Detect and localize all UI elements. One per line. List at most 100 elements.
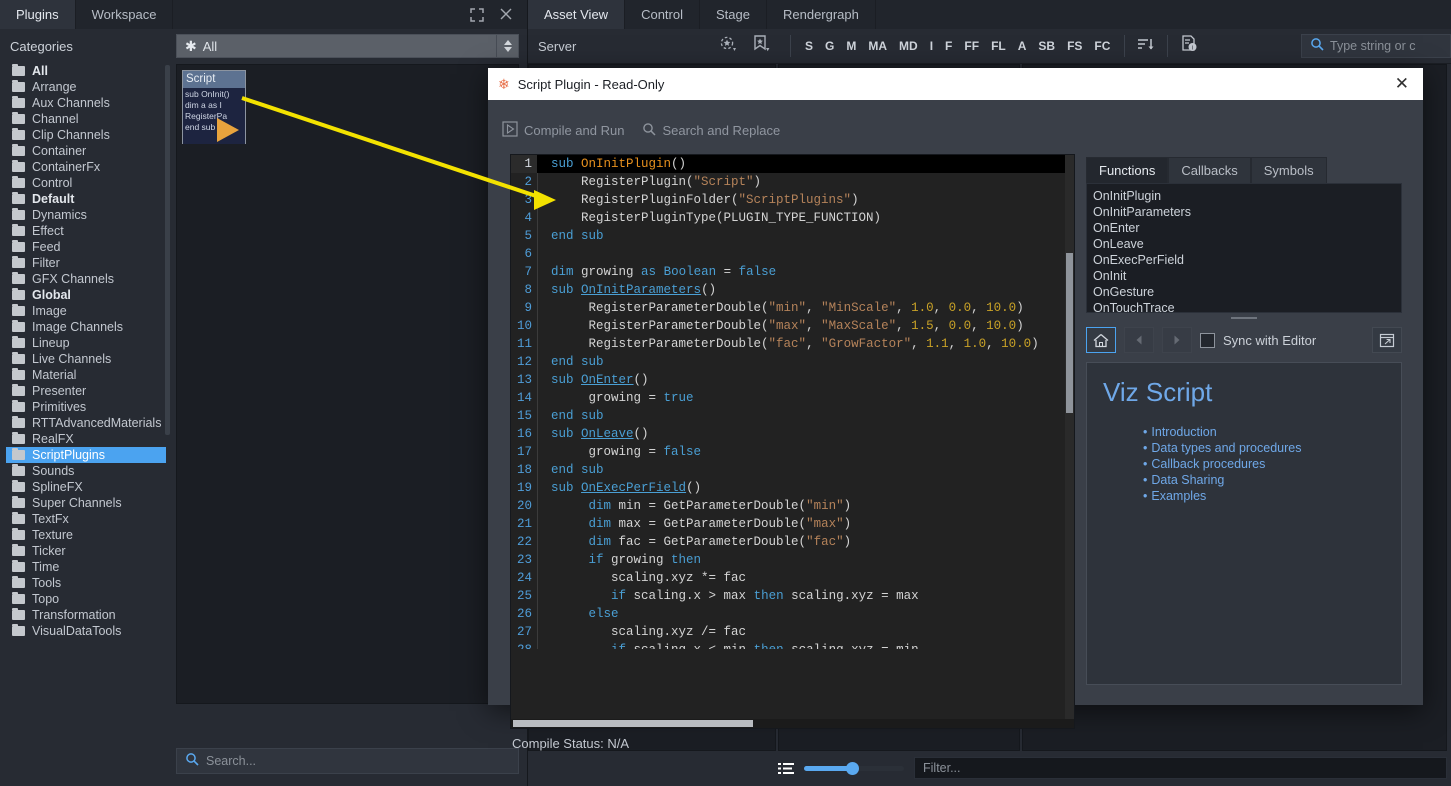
- code-line[interactable]: 25 if scaling.x > max then scaling.xyz =…: [511, 587, 1074, 605]
- tab-workspace[interactable]: Workspace: [76, 0, 174, 29]
- category-item-time[interactable]: Time: [6, 559, 166, 575]
- asset-filter-letter-fc[interactable]: FC: [1088, 39, 1116, 53]
- code-line[interactable]: 4 RegisterPluginType(PLUGIN_TYPE_FUNCTIO…: [511, 209, 1074, 227]
- code-editor[interactable]: 1 sub OnInitPlugin() 2 RegisterPlugin("Scr…: [510, 154, 1075, 729]
- code-line[interactable]: 22 dim fac = GetParameterDouble("fac"): [511, 533, 1074, 551]
- doc-link[interactable]: • Callback procedures: [1103, 456, 1385, 472]
- panel-splitter[interactable]: [1086, 313, 1402, 323]
- asset-filter-letter-g[interactable]: G: [819, 39, 840, 53]
- compile-and-run-button[interactable]: Compile and Run: [502, 120, 624, 140]
- category-item-lineup[interactable]: Lineup: [6, 335, 166, 351]
- code-line[interactable]: 10 RegisterParameterDouble("max", "MaxSc…: [511, 317, 1074, 335]
- category-item-ticker[interactable]: Ticker: [6, 543, 166, 559]
- sort-descending-icon[interactable]: [1133, 36, 1159, 57]
- category-item-primitives[interactable]: Primitives: [6, 399, 166, 415]
- functions-list[interactable]: OnInitPlugin OnInitParameters OnEnter OnLea…: [1086, 183, 1402, 313]
- asset-filter-letter-f[interactable]: F: [939, 39, 958, 53]
- tab-rendergraph[interactable]: Rendergraph: [767, 0, 876, 29]
- function-list-item[interactable]: OnGesture: [1093, 284, 1401, 300]
- code-line[interactable]: 7 dim growing as Boolean = false: [511, 263, 1074, 281]
- category-item-scriptplugins[interactable]: ScriptPlugins: [6, 447, 166, 463]
- function-list-item[interactable]: OnInit: [1093, 268, 1401, 284]
- doc-link[interactable]: • Data Sharing: [1103, 472, 1385, 488]
- chevron-updown-icon[interactable]: [496, 35, 518, 57]
- category-item-filter[interactable]: Filter: [6, 255, 166, 271]
- expand-icon[interactable]: [469, 7, 485, 23]
- plugin-tile-script[interactable]: Script sub OnInit() dim a as I RegisterP…: [182, 70, 246, 144]
- tab-functions[interactable]: Functions: [1086, 157, 1169, 183]
- category-item-rttadvancedmaterials[interactable]: RTTAdvancedMaterials: [6, 415, 166, 431]
- bookmark-icon[interactable]: [752, 34, 772, 58]
- dialog-titlebar[interactable]: ❄ Script Plugin - Read-Only ✕: [488, 68, 1423, 100]
- code-line[interactable]: 21 dim max = GetParameterDouble("max"): [511, 515, 1074, 533]
- function-list-item[interactable]: OnTouchTrace: [1093, 300, 1401, 312]
- asset-filter-letter-ma[interactable]: MA: [862, 39, 893, 53]
- sync-with-editor-checkbox[interactable]: [1200, 332, 1215, 348]
- code-line[interactable]: 8 sub OnInitParameters(): [511, 281, 1074, 299]
- category-item-control[interactable]: Control: [6, 175, 166, 191]
- search-and-replace-button[interactable]: Search and Replace: [642, 122, 780, 139]
- category-item-visualdatatools[interactable]: VisualDataTools: [6, 623, 166, 639]
- asset-filter-letter-a[interactable]: A: [1012, 39, 1033, 53]
- category-item-containerfx[interactable]: ContainerFx: [6, 159, 166, 175]
- category-item-tools[interactable]: Tools: [6, 575, 166, 591]
- doc-link[interactable]: • Data types and procedures: [1103, 440, 1385, 456]
- category-item-sounds[interactable]: Sounds: [6, 463, 166, 479]
- category-item-image[interactable]: Image: [6, 303, 166, 319]
- arrow-right-icon[interactable]: [1162, 327, 1192, 353]
- info-document-icon[interactable]: i: [1176, 34, 1202, 58]
- code-line[interactable]: 14 growing = true: [511, 389, 1074, 407]
- category-item-channel[interactable]: Channel: [6, 111, 166, 127]
- asset-filter-letter-ff[interactable]: FF: [958, 39, 985, 53]
- code-line[interactable]: 13 sub OnEnter(): [511, 371, 1074, 389]
- code-line[interactable]: 19 sub OnExecPerField(): [511, 479, 1074, 497]
- close-icon[interactable]: [499, 7, 515, 23]
- asset-filter-letter-fl[interactable]: FL: [985, 39, 1012, 53]
- asset-filter-letter-m[interactable]: M: [840, 39, 862, 53]
- home-icon[interactable]: [1086, 327, 1116, 353]
- category-item-container[interactable]: Container: [6, 143, 166, 159]
- function-list-item[interactable]: OnEnter: [1093, 220, 1401, 236]
- asset-filter-letter-fs[interactable]: FS: [1061, 39, 1088, 53]
- arrow-left-icon[interactable]: [1124, 327, 1154, 353]
- category-item-textfx[interactable]: TextFx: [6, 511, 166, 527]
- plugin-filter-dropdown[interactable]: ✱ All: [176, 34, 519, 58]
- function-list-item[interactable]: OnInitPlugin: [1093, 188, 1401, 204]
- code-line[interactable]: 24 scaling.xyz *= fac: [511, 569, 1074, 587]
- asset-filter-letter-s[interactable]: S: [799, 39, 819, 53]
- tab-stage[interactable]: Stage: [700, 0, 767, 29]
- code-line[interactable]: 15 end sub: [511, 407, 1074, 425]
- code-line[interactable]: 3 RegisterPluginFolder("ScriptPlugins"): [511, 191, 1074, 209]
- category-item-transformation[interactable]: Transformation: [6, 607, 166, 623]
- code-line[interactable]: 6: [511, 245, 1074, 263]
- code-line[interactable]: 1 sub OnInitPlugin(): [511, 155, 1074, 173]
- editor-vertical-scrollbar[interactable]: [1065, 155, 1074, 719]
- code-line[interactable]: 2 RegisterPlugin("Script"): [511, 173, 1074, 191]
- close-icon[interactable]: ✕: [1391, 74, 1413, 94]
- code-line[interactable]: 20 dim min = GetParameterDouble("min"): [511, 497, 1074, 515]
- asset-filter-letter-sb[interactable]: SB: [1032, 39, 1061, 53]
- asset-filter-letter-md[interactable]: MD: [893, 39, 924, 53]
- code-line[interactable]: 5 end sub: [511, 227, 1074, 245]
- code-lines-container[interactable]: 1 sub OnInitPlugin() 2 RegisterPlugin("Scr…: [511, 155, 1074, 649]
- function-list-item[interactable]: OnInitParameters: [1093, 204, 1401, 220]
- category-item-super-channels[interactable]: Super Channels: [6, 495, 166, 511]
- code-line[interactable]: 27 scaling.xyz /= fac: [511, 623, 1074, 641]
- category-item-arrange[interactable]: Arrange: [6, 79, 166, 95]
- category-item-effect[interactable]: Effect: [6, 223, 166, 239]
- category-item-global[interactable]: Global: [6, 287, 166, 303]
- code-line[interactable]: 12 end sub: [511, 353, 1074, 371]
- category-item-texture[interactable]: Texture: [6, 527, 166, 543]
- editor-horizontal-scrollbar[interactable]: [511, 719, 1074, 728]
- category-item-splinefx[interactable]: SplineFX: [6, 479, 166, 495]
- code-line[interactable]: 18 end sub: [511, 461, 1074, 479]
- list-view-icon[interactable]: [778, 762, 794, 774]
- code-line[interactable]: 23 if growing then: [511, 551, 1074, 569]
- asset-filter-letter-i[interactable]: I: [924, 39, 939, 53]
- code-line[interactable]: 17 growing = false: [511, 443, 1074, 461]
- refresh-star-icon[interactable]: [718, 35, 738, 58]
- code-line[interactable]: 11 RegisterParameterDouble("fac", "GrowF…: [511, 335, 1074, 353]
- asset-search-input[interactable]: Type string or c: [1301, 34, 1451, 58]
- code-line[interactable]: 28 if scaling.x < min then scaling.xyz =…: [511, 641, 1074, 649]
- category-item-live-channels[interactable]: Live Channels: [6, 351, 166, 367]
